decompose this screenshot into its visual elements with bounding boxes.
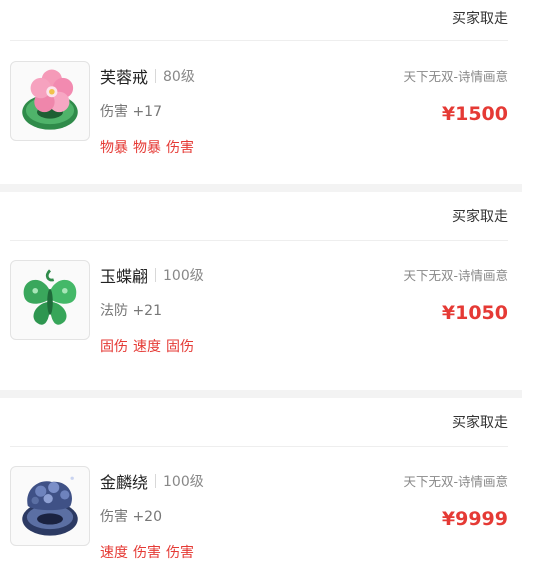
item-tag: 伤害 <box>133 545 161 561</box>
item-tags: 固伤 速度 固伤 <box>100 336 194 356</box>
title-separator <box>155 474 157 488</box>
section-separator <box>0 390 522 398</box>
item-title-row: 玉蝶翩 100级 <box>100 263 204 287</box>
item-tag: 物暴 <box>133 140 161 156</box>
item-price: ¥9999 <box>441 508 508 530</box>
green-jade-butterfly-icon <box>23 269 77 325</box>
title-separator <box>155 69 157 83</box>
card-divider <box>10 40 508 41</box>
item-tag: 速度 <box>133 339 161 355</box>
trade-item-card[interactable]: 买家取走 芙蓉戒 80级 伤害 +17 物暴 物暴 伤害 天下无双-诗情画意 ¥… <box>0 0 544 184</box>
item-tag: 伤害 <box>166 545 194 561</box>
title-separator <box>155 268 157 282</box>
item-tag: 物暴 <box>100 140 128 156</box>
item-tags: 物暴 物暴 伤害 <box>100 137 194 157</box>
card-divider <box>10 446 508 447</box>
server-name: 天下无双-诗情画意 <box>403 268 508 283</box>
item-title-row: 芙蓉戒 80级 <box>100 64 195 88</box>
item-stat: 法防 +21 <box>100 303 162 319</box>
item-thumbnail[interactable] <box>10 260 90 340</box>
trade-status: 买家取走 <box>452 209 508 225</box>
item-tag: 伤害 <box>166 140 194 156</box>
item-title-row: 金麟绕 100级 <box>100 469 204 493</box>
section-separator <box>0 184 522 192</box>
item-level: 100级 <box>163 268 204 284</box>
item-price: ¥1050 <box>441 302 508 324</box>
item-thumbnail[interactable] <box>10 466 90 546</box>
trade-status: 买家取走 <box>452 415 508 431</box>
trade-record-list: 买家取走 芙蓉戒 80级 伤害 +17 物暴 物暴 伤害 天下无双-诗情画意 ¥… <box>0 0 544 579</box>
item-tag: 固伤 <box>166 339 194 355</box>
item-name: 芙蓉戒 <box>100 68 149 87</box>
item-stat: 伤害 +20 <box>100 509 162 525</box>
item-price: ¥1500 <box>441 103 508 125</box>
item-name: 金麟绕 <box>100 473 149 492</box>
card-divider <box>10 240 508 241</box>
blue-qilin-ring-icon <box>22 476 78 536</box>
trade-status: 买家取走 <box>452 11 508 27</box>
trade-item-card[interactable]: 买家取走 金麟绕 100级 伤害 +20 速度 伤害 伤害 天下无双-诗情画意 … <box>0 398 544 579</box>
trade-item-card[interactable]: 买家取走 玉蝶翩 100级 法防 +21 固伤 速度 固伤 天下无双-诗情画意 … <box>0 192 544 390</box>
item-tags: 速度 伤害 伤害 <box>100 542 194 562</box>
item-tag: 速度 <box>100 545 128 561</box>
server-name: 天下无双-诗情画意 <box>403 474 508 489</box>
item-stat: 伤害 +17 <box>100 104 162 120</box>
item-name: 玉蝶翩 <box>100 267 149 286</box>
item-level: 100级 <box>163 474 204 490</box>
item-thumbnail[interactable] <box>10 61 90 141</box>
item-tag: 固伤 <box>100 339 128 355</box>
server-name: 天下无双-诗情画意 <box>403 69 508 84</box>
item-level: 80级 <box>163 69 195 85</box>
pink-flower-jade-ring-icon <box>22 69 78 130</box>
